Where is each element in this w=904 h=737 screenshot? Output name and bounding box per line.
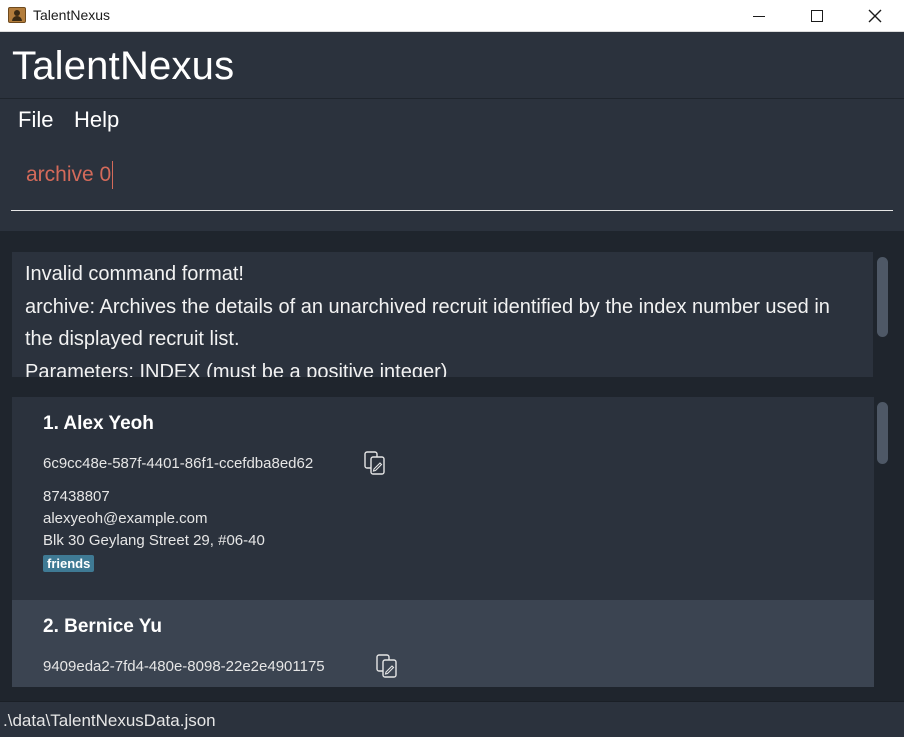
window-title: TalentNexus — [33, 7, 111, 23]
copy-icon[interactable] — [375, 654, 399, 678]
recruit-email: alexyeoh@example.com — [43, 510, 208, 527]
command-underline — [11, 210, 893, 211]
maximize-icon — [811, 10, 823, 22]
result-line: archive: Archives the details of an unar… — [25, 295, 830, 351]
app-header: TalentNexus — [0, 32, 904, 99]
command-input[interactable]: archive 0 — [26, 159, 114, 191]
result-display[interactable]: Invalid command format! archive: Archive… — [12, 252, 873, 377]
recruit-name: 1. Alex Yeoh — [43, 413, 154, 434]
result-scrollbar[interactable] — [877, 257, 888, 337]
recruit-uuid: 6c9cc48e-587f-4401-86f1-ccefdba8ed62 — [43, 455, 314, 472]
tag-badge: friends — [43, 555, 95, 572]
recruit-card[interactable]: 1. Alex Yeoh 6c9cc48e-587f-4401-86f1-cce… — [12, 397, 874, 600]
result-line: Parameters: INDEX (must be a positive in… — [25, 360, 448, 378]
recruit-list[interactable]: 1. Alex Yeoh 6c9cc48e-587f-4401-86f1-cce… — [12, 397, 874, 687]
app-title: TalentNexus — [12, 44, 235, 88]
text-caret — [112, 161, 114, 189]
recruit-phone: 87438807 — [43, 488, 110, 505]
close-icon — [868, 9, 882, 23]
command-box[interactable]: archive 0 — [0, 143, 904, 231]
app-icon — [8, 7, 26, 23]
minimize-icon — [753, 15, 765, 17]
recruit-address: Blk 30 Geylang Street 29, #06-40 — [43, 532, 265, 549]
menu-bar: File Help — [0, 99, 904, 143]
minimize-button[interactable] — [730, 0, 788, 32]
status-bar: .\data\TalentNexusData.json — [0, 701, 904, 737]
list-scrollbar[interactable] — [877, 402, 888, 464]
command-text: archive 0 — [26, 163, 112, 186]
menu-help[interactable]: Help — [74, 107, 119, 133]
recruit-name: 2. Bernice Yu — [43, 616, 162, 637]
result-line: Invalid command format! — [25, 263, 244, 285]
recruit-uuid: 9409eda2-7fd4-480e-8098-22e2e4901175 — [43, 658, 325, 675]
window-title-bar: TalentNexus — [0, 0, 904, 32]
copy-icon[interactable] — [363, 451, 387, 475]
menu-file[interactable]: File — [18, 107, 53, 133]
recruit-card[interactable]: 2. Bernice Yu 9409eda2-7fd4-480e-8098-22… — [12, 600, 874, 687]
maximize-button[interactable] — [788, 0, 846, 32]
close-button[interactable] — [846, 0, 904, 32]
result-text: Invalid command format! archive: Archive… — [25, 258, 860, 377]
data-file-path: .\data\TalentNexusData.json — [3, 711, 216, 730]
